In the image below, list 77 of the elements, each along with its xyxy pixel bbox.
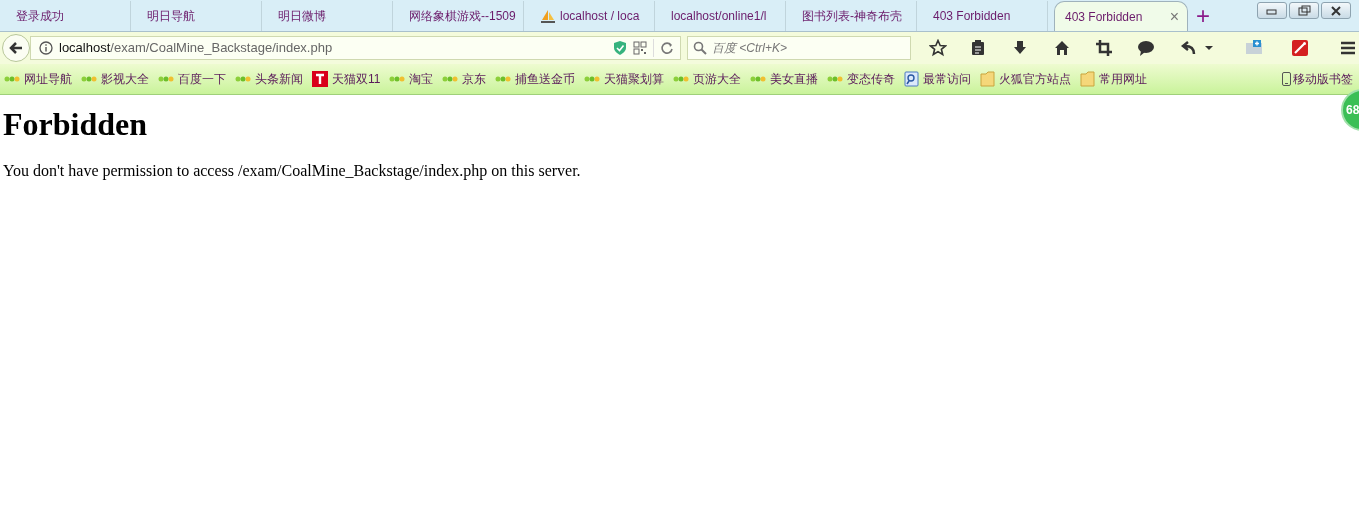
sailboat-icon <box>540 8 556 24</box>
bookmark-item[interactable]: 网址导航 <box>4 70 72 88</box>
undo-icon <box>1179 39 1197 57</box>
address-bar[interactable]: localhost/exam/CoalMine_Backstage/index.php <box>30 36 681 60</box>
page-search-icon <box>904 71 920 87</box>
tab[interactable]: 登录成功 <box>0 1 131 31</box>
menu-button[interactable] <box>1339 39 1357 57</box>
tab-title: 403 Forbidden <box>1065 8 1144 26</box>
tab-title: 明日导航 <box>147 8 196 25</box>
bookmark-item[interactable]: 常用网址 <box>1080 70 1148 88</box>
bookmark-item[interactable]: 淘宝 <box>389 70 434 88</box>
tab-title: 图书列表-神奇布壳 <box>802 8 903 25</box>
reload-icon[interactable] <box>660 41 674 55</box>
screen-button[interactable] <box>1245 39 1263 57</box>
qr-code-icon <box>633 41 647 55</box>
mobile-bookmarks-button[interactable]: 移动版书签 <box>1282 70 1353 88</box>
shield-icon <box>613 40 627 56</box>
clipboard-icon <box>969 39 987 57</box>
tab-title: 登录成功 <box>16 8 65 25</box>
error-message: You don't have permission to access /exam/CoalMine_Backstage/index.php on this server. <box>3 161 581 181</box>
speech-bubble-button[interactable] <box>1137 39 1155 57</box>
home-icon <box>1053 39 1071 57</box>
bookmark-item[interactable]: 最常访问 <box>904 70 972 88</box>
home-button[interactable] <box>1053 39 1071 57</box>
clipboard-button[interactable] <box>969 39 987 57</box>
url-text: localhost/exam/CoalMine_Backstage/index.php <box>59 39 334 58</box>
crop-icon <box>1095 39 1113 57</box>
screen-icon <box>1245 39 1263 57</box>
info-icon <box>39 41 53 55</box>
crop-button[interactable] <box>1095 39 1113 57</box>
back-arrow-icon <box>8 40 24 56</box>
bookmark-item[interactable]: 影视大全 <box>81 70 149 88</box>
phone-icon <box>1282 72 1291 86</box>
back-button[interactable] <box>2 34 30 62</box>
dropdown-icon <box>1205 46 1213 50</box>
bookmark-item[interactable]: 头条新闻 <box>235 70 303 88</box>
tab[interactable]: 图书列表-神奇布壳 <box>786 1 917 31</box>
bookmark-item[interactable]: 天猫双11 <box>312 70 381 88</box>
tab[interactable]: localhost/online1/l <box>655 1 786 31</box>
bookmark-item[interactable]: 变态传奇 <box>827 70 896 88</box>
bookmark-item[interactable]: 美女直播 <box>750 70 819 88</box>
search-field[interactable]: 百度 <Ctrl+K> <box>687 36 911 60</box>
tab-title: 403 Forbidden <box>933 8 1012 25</box>
wand-button[interactable] <box>1291 39 1309 57</box>
bookmark-item[interactable]: 捕鱼送金币 <box>495 70 576 88</box>
speech-bubble-icon <box>1137 39 1155 57</box>
bookmark-item[interactable]: 京东 <box>442 70 487 88</box>
tab-title: localhost / loca <box>560 8 641 25</box>
folder-icon <box>980 71 996 87</box>
folder-icon <box>1080 71 1096 87</box>
star-icon <box>929 39 947 57</box>
bookmark-item[interactable]: 火狐官方站点 <box>980 70 1072 88</box>
minimize-button[interactable] <box>1257 2 1287 19</box>
tab[interactable]: 明日微博 <box>262 1 393 31</box>
search-icon <box>693 41 707 55</box>
bookmark-item[interactable]: 页游大全 <box>673 70 742 88</box>
page-heading: Forbidden <box>3 105 148 144</box>
tab-title: 明日微博 <box>278 8 327 25</box>
wand-icon <box>1291 39 1309 57</box>
tab[interactable]: 403 Forbidden × <box>1054 1 1188 31</box>
close-tab-button[interactable]: × <box>1169 8 1179 25</box>
tab-title: localhost/online1/l <box>671 8 768 25</box>
bookmark-item[interactable]: 百度一下 <box>158 70 226 88</box>
undo-button[interactable] <box>1179 39 1197 57</box>
dropdown-button[interactable] <box>1205 46 1213 50</box>
tab[interactable]: 网络象棋游戏--1509 <box>393 1 524 31</box>
star-button[interactable] <box>929 39 947 57</box>
bookmark-item[interactable]: 天猫聚划算 <box>584 70 665 88</box>
close-button[interactable] <box>1321 2 1351 19</box>
tab[interactable]: 明日导航 <box>131 1 262 31</box>
restore-button[interactable] <box>1289 2 1319 19</box>
tab[interactable]: localhost / loca <box>524 1 655 31</box>
tab-title: 网络象棋游戏--1509 <box>409 8 517 25</box>
tab[interactable]: 403 Forbidden <box>917 1 1048 31</box>
menu-icon <box>1339 39 1357 57</box>
new-tab-button[interactable]: + <box>1196 4 1210 28</box>
tmall-logo-icon <box>312 71 328 87</box>
